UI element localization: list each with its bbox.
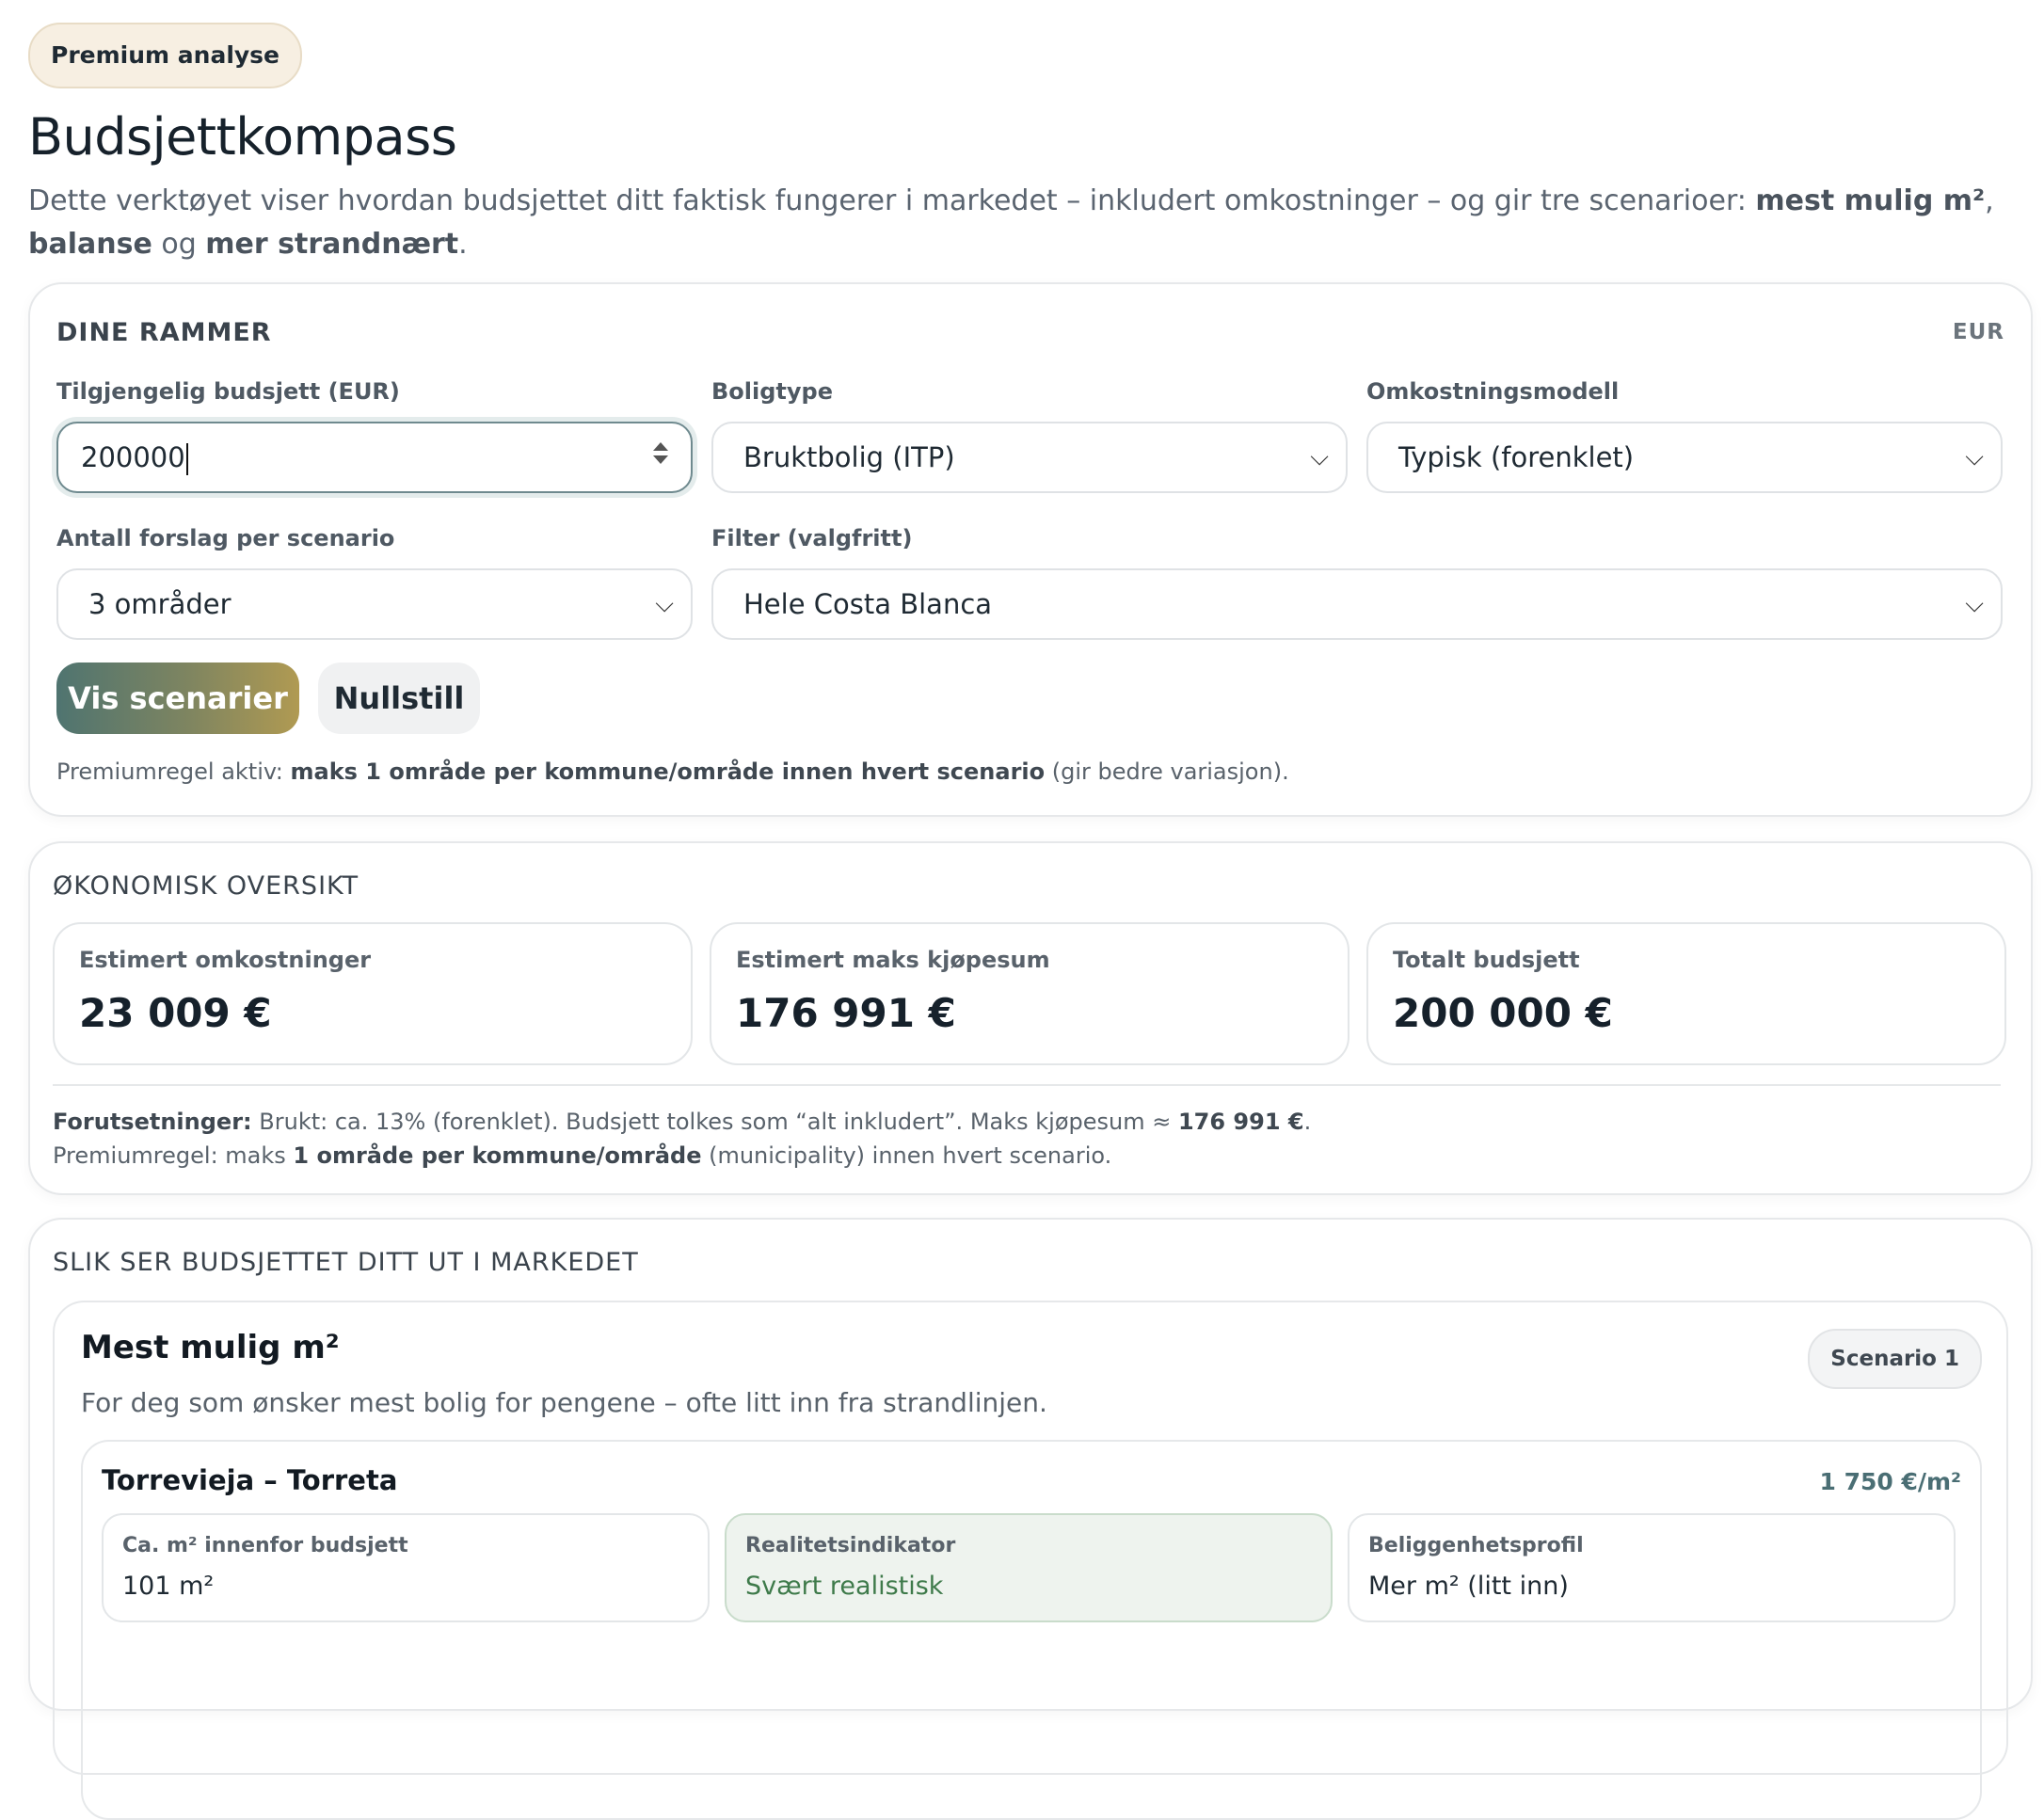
currency-label: EUR bbox=[1952, 320, 2004, 344]
stat-value: 23 009 € bbox=[79, 990, 272, 1036]
suggestion-count-select[interactable]: 3 områder ⌵ bbox=[56, 568, 693, 640]
location-profile-value: Mer m² (litt inn) bbox=[1368, 1572, 1569, 1601]
reality-value: Svært realistisk bbox=[745, 1572, 944, 1601]
economy-card: ØKONOMISK OVERSIKT Estimert omkostninger… bbox=[28, 841, 2033, 1195]
scenario-description: For deg som ønsker mest bolig for pengen… bbox=[81, 1387, 1047, 1418]
stat-label: Estimert maks kjøpesum bbox=[736, 947, 1050, 973]
stat-value: 200 000 € bbox=[1393, 990, 1613, 1036]
budget-input[interactable]: 200000 bbox=[56, 422, 693, 493]
stat-label: Estimert omkostninger bbox=[79, 947, 372, 973]
economy-title: ØKONOMISK OVERSIKT bbox=[53, 871, 359, 901]
location-profile-box: Beliggenhetsprofil Mer m² (litt inn) bbox=[1348, 1513, 1956, 1622]
premium-rule-note: Premiumregel aktiv: maks 1 område per ko… bbox=[56, 758, 1289, 785]
m2-box: Ca. m² innenfor budsjett 101 m² bbox=[102, 1513, 710, 1622]
cost-model-label: Omkostningsmodell bbox=[1366, 378, 1620, 405]
scenario-heading: Mest mulig m² bbox=[81, 1329, 340, 1366]
page-title: Budsjettkompass bbox=[28, 107, 457, 167]
filter-label: Filter (valgfritt) bbox=[711, 525, 913, 551]
chevron-down-icon: ⌵ bbox=[1965, 443, 1984, 471]
property-type-value: Bruktbolig (ITP) bbox=[743, 441, 955, 473]
reset-button[interactable]: Nullstill bbox=[318, 663, 480, 734]
property-type-select[interactable]: Bruktbolig (ITP) ⌵ bbox=[711, 422, 1348, 493]
filter-select[interactable]: Hele Costa Blanca ⌵ bbox=[711, 568, 2003, 640]
chevron-down-icon: ⌵ bbox=[1965, 590, 1984, 618]
property-type-label: Boligtype bbox=[711, 378, 833, 405]
chevron-down-icon: ⌵ bbox=[655, 590, 674, 618]
m2-label: Ca. m² innenfor budsjett bbox=[122, 1534, 408, 1557]
stat-label: Totalt budsjett bbox=[1393, 947, 1580, 973]
premium-rule-note: Premiumregel: maks 1 område per kommune/… bbox=[53, 1142, 1112, 1169]
assumptions-note: Forutsetninger: Brukt: ca. 13% (forenkle… bbox=[53, 1109, 1312, 1135]
text-caret bbox=[185, 443, 188, 475]
suggestion-count-label: Antall forslag per scenario bbox=[56, 525, 395, 551]
scenario-card: Mest mulig m² Scenario 1 For deg som øns… bbox=[53, 1301, 2008, 1820]
m2-value: 101 m² bbox=[122, 1572, 215, 1601]
chevron-down-icon: ⌵ bbox=[1310, 443, 1329, 471]
show-scenarios-button[interactable]: Vis scenarier bbox=[56, 663, 299, 734]
location-profile-label: Beliggenhetsprofil bbox=[1368, 1534, 1584, 1557]
divider bbox=[53, 1084, 2001, 1086]
market-card: SLIK SER BUDSJETTET DITT UT I MARKEDET M… bbox=[28, 1218, 2033, 1820]
cost-model-select[interactable]: Typisk (forenklet) ⌵ bbox=[1366, 422, 2003, 493]
market-title: SLIK SER BUDSJETTET DITT UT I MARKEDET bbox=[53, 1248, 639, 1277]
suggestion-count-value: 3 områder bbox=[88, 588, 232, 620]
stat-max-price: Estimert maks kjøpesum 176 991 € bbox=[710, 922, 1349, 1065]
budget-label: Tilgjengelig budsjett (EUR) bbox=[56, 378, 400, 405]
reality-label: Realitetsindikator bbox=[745, 1534, 956, 1557]
area-price: 1 750 €/m² bbox=[1819, 1468, 1961, 1495]
page-intro: Dette verktøyet viser hvordan budsjettet… bbox=[28, 184, 1994, 261]
stat-value: 176 991 € bbox=[736, 990, 956, 1036]
area-card: Torrevieja – Torreta 1 750 €/m² Ca. m² i… bbox=[81, 1440, 1982, 1820]
filter-value: Hele Costa Blanca bbox=[743, 588, 993, 620]
area-name: Torrevieja – Torreta bbox=[102, 1464, 398, 1496]
scenario-badge: Scenario 1 bbox=[1808, 1329, 1982, 1389]
stat-total-budget: Totalt budsjett 200 000 € bbox=[1366, 922, 2006, 1065]
reality-box: Realitetsindikator Svært realistisk bbox=[725, 1513, 1333, 1622]
premium-badge: Premium analyse bbox=[28, 23, 303, 88]
stat-costs: Estimert omkostninger 23 009 € bbox=[53, 922, 693, 1065]
budget-input-value: 200000 bbox=[81, 441, 185, 473]
constraints-card: DINE RAMMER EUR Tilgjengelig budsjett (E… bbox=[28, 282, 2033, 817]
constraints-title: DINE RAMMER bbox=[56, 318, 272, 347]
number-spinner-icon[interactable] bbox=[653, 442, 668, 464]
cost-model-value: Typisk (forenklet) bbox=[1398, 441, 1635, 473]
